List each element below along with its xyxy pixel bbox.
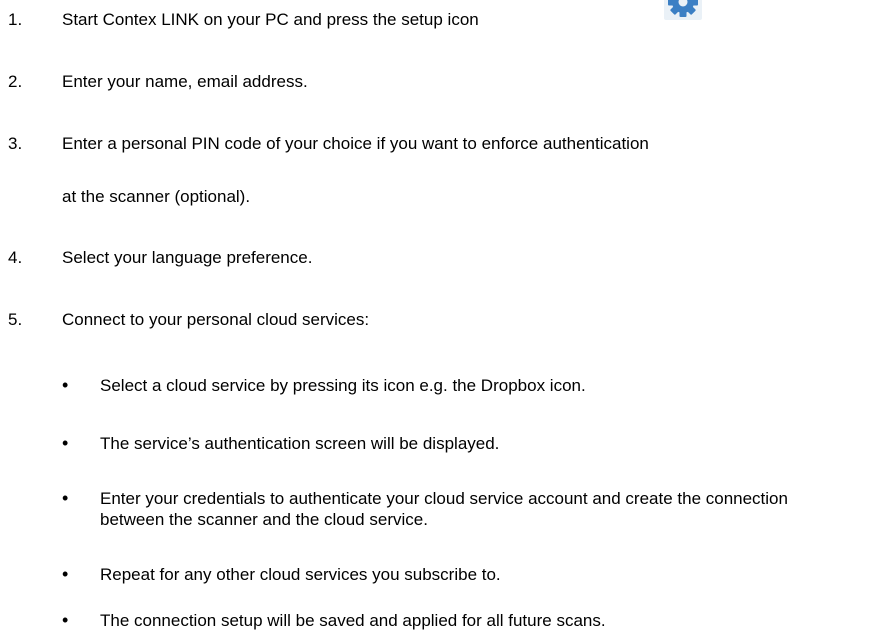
- step-text: Connect to your personal cloud services:: [62, 310, 370, 329]
- bullet-text: The service’s authentication screen will…: [100, 434, 500, 453]
- step-number: 1.: [8, 10, 23, 29]
- step-text: Enter your name, email address.: [62, 72, 308, 91]
- bullet-dot: •: [62, 433, 69, 453]
- bullet-text: The connection setup will be saved and a…: [100, 611, 606, 630]
- step-3-continuation: at the scanner (optional).: [62, 187, 251, 206]
- step-number: 3.: [8, 134, 23, 153]
- setup-gear-icon: [664, 0, 702, 20]
- bullet-dot: •: [62, 610, 69, 630]
- bullet-dot: •: [62, 488, 69, 508]
- step-number: 5.: [8, 310, 23, 329]
- bullet-dot: •: [62, 375, 69, 395]
- bullet-text: Enter your credentials to authenticate y…: [100, 489, 788, 529]
- bullet-text: Select a cloud service by pressing its i…: [100, 376, 586, 395]
- step-text: Enter a personal PIN code of your choice…: [62, 134, 649, 153]
- instruction-document: 1. Start Contex LINK on your PC and pres…: [0, 0, 891, 637]
- step-number: 2.: [8, 72, 23, 91]
- bullet-dot: •: [62, 564, 69, 584]
- step-text: Start Contex LINK on your PC and press t…: [62, 10, 479, 29]
- step-number: 4.: [8, 248, 23, 267]
- step-text: Select your language preference.: [62, 248, 313, 267]
- bullet-text: Repeat for any other cloud services you …: [100, 565, 501, 584]
